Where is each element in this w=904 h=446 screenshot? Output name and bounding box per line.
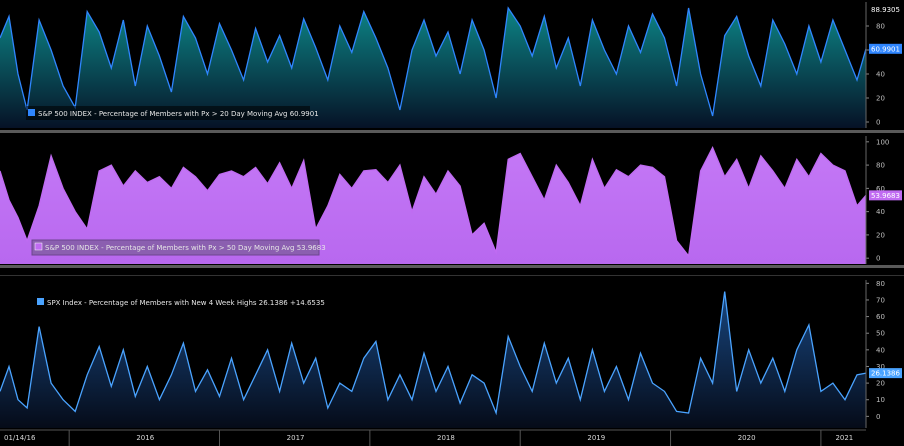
x-year-label: 2017 (287, 434, 305, 442)
y-tick-label: 50 (876, 330, 885, 338)
x-year-label: 2019 (587, 434, 605, 442)
y-tick-label: 20 (876, 231, 885, 239)
x-year-label: 2018 (437, 434, 455, 442)
y-tick-label: 20 (876, 95, 885, 103)
max-value-label: 88.9305 (871, 6, 900, 14)
y-tick-label: 40 (876, 346, 885, 354)
panel-separator-2 (0, 265, 904, 268)
legend-swatch (34, 242, 43, 251)
legend-label: S&P 500 INDEX - Percentage of Members wi… (45, 244, 326, 252)
y-tick-label: 0 (876, 413, 880, 421)
legend-label: S&P 500 INDEX - Percentage of Members wi… (38, 110, 319, 118)
y-tick-label: 80 (876, 162, 885, 170)
last-value-label: 26.1386 (871, 370, 900, 378)
y-tick-label: 70 (876, 296, 885, 304)
y-tick-label: 0 (876, 255, 880, 263)
legend-new-4-week-highs: SPX Index - Percentage of Members with N… (37, 298, 325, 307)
chart-canvas: 02040608060.9901 02040608010053.9683 010… (0, 2, 904, 446)
y-tick-label: 80 (876, 23, 885, 31)
legend-swatch (28, 109, 35, 116)
x-axis: 01/14/16 2016 2017 2018 2019 2020 2021 (0, 429, 904, 446)
legend-label: SPX Index - Percentage of Members with N… (47, 299, 325, 307)
y-tick-label: 0 (876, 119, 880, 127)
x-axis-start-label: 01/14/16 (4, 434, 36, 442)
panel-separator-1 (0, 130, 904, 133)
y-tick-label: 100 (876, 138, 889, 146)
legend-50-day-ma: S&P 500 INDEX - Percentage of Members wi… (31, 239, 326, 256)
legend-swatch (37, 298, 44, 305)
y-tick-label: 20 (876, 380, 885, 388)
legend-20-day-ma: S&P 500 INDEX - Percentage of Members wi… (26, 106, 319, 120)
y-tick-label: 40 (876, 71, 885, 79)
y-tick-label: 60 (876, 313, 885, 321)
panel-separator-3 (0, 275, 904, 276)
last-value-label: 60.9901 (871, 45, 900, 53)
y-tick-label: 80 (876, 280, 885, 288)
y-tick-label: 40 (876, 208, 885, 216)
series-area-p4w (0, 291, 866, 428)
y-tick-label: 10 (876, 396, 885, 404)
x-year-label: 2020 (738, 434, 756, 442)
last-value-label: 53.9683 (871, 192, 900, 200)
x-year-label: 2021 (835, 434, 853, 442)
x-year-label: 2016 (136, 434, 154, 442)
